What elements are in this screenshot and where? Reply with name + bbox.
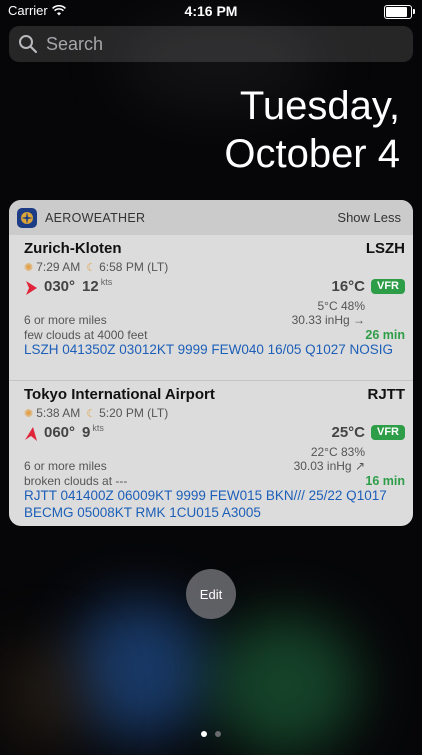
wind-unit: kts [92, 423, 104, 433]
airport-entry[interactable]: Zurich-Kloten LSZH ✺ 7:29 AM ☾ 6:58 PM (… [9, 235, 413, 380]
visibility: 6 or more miles [24, 459, 107, 473]
dewpoint-humidity: 22°C 83% [310, 445, 365, 459]
airport-name: Tokyo International Airport [24, 386, 215, 403]
pressure: 30.33 inHg → [291, 313, 365, 327]
airport-code: RJTT [367, 386, 406, 403]
temperature: 25°C [331, 424, 365, 441]
wind-info: 030° 12 kts [24, 277, 113, 296]
sunrise-time: 5:38 AM [36, 406, 81, 420]
sunrise-icon: ✺ [24, 261, 34, 274]
sunrise-icon: ✺ [24, 407, 34, 420]
sunset-time: 5:20 PM (LT) [99, 406, 169, 420]
pressure: 30.03 inHg ↗ [293, 459, 365, 473]
battery-icon [384, 5, 415, 19]
airport-code: LSZH [365, 240, 405, 257]
aeroweather-widget: AEROWEATHER Show Less Zurich-Kloten LSZH… [9, 200, 413, 526]
edit-widgets-button[interactable]: Edit [186, 569, 236, 619]
page-indicator[interactable] [0, 731, 422, 737]
temperature: 16°C [331, 278, 365, 295]
dewpoint-humidity: 5°C 48% [317, 299, 366, 313]
status-bar: Carrier 4:16 PM [0, 0, 422, 22]
airplane-logo-icon [21, 211, 33, 224]
wallpaper-blur [70, 600, 210, 740]
search-placeholder: Search [46, 33, 104, 54]
search-bar[interactable]: Search [9, 26, 413, 62]
wind-unit: kts [100, 277, 113, 287]
airport-name: Zurich-Kloten [24, 240, 122, 257]
aeroweather-app-icon [17, 207, 37, 228]
battery-level [386, 7, 407, 17]
wind-direction: 060° [44, 424, 76, 441]
wind-arrow-icon [25, 427, 37, 441]
sunset-time: 6:58 PM (LT) [99, 260, 169, 274]
airport-entry[interactable]: Tokyo International Airport RJTT ✺ 5:38 … [9, 380, 413, 526]
search-icon [19, 35, 38, 54]
wind-speed: 12 [82, 278, 99, 295]
wind-arrow-icon [26, 281, 37, 295]
show-less-button[interactable]: Show Less [337, 210, 401, 225]
date-display: Tuesday, October 4 [224, 82, 400, 178]
flight-rule-badge: VFR [371, 425, 405, 440]
wind-direction: 030° [44, 278, 76, 295]
status-time: 4:16 PM [184, 3, 238, 19]
page-dot-current [201, 731, 207, 737]
wind-info: 060° 9 kts [24, 423, 104, 442]
sun-times: ✺ 5:38 AM ☾ 5:20 PM (LT) [24, 406, 168, 420]
flight-rule-badge: VFR [371, 279, 405, 294]
cloud-cover: broken clouds at --- [24, 474, 128, 488]
metar-text: RJTT 041400Z 06009KT 9999 FEW015 BKN/// … [24, 488, 387, 520]
sunset-icon: ☾ [86, 407, 97, 420]
report-age: 16 min [365, 474, 405, 488]
page-dot [215, 731, 221, 737]
metar-text: LSZH 041350Z 03012KT 9999 FEW040 16/05 Q… [24, 342, 393, 357]
wind-speed: 9 [82, 424, 91, 441]
sunset-icon: ☾ [86, 261, 97, 274]
widget-app-name: AEROWEATHER [45, 210, 146, 225]
report-age: 26 min [365, 328, 405, 342]
visibility: 6 or more miles [24, 313, 107, 327]
date-weekday: Tuesday, [239, 84, 400, 128]
date-month-day: October 4 [224, 132, 400, 176]
sunrise-time: 7:29 AM [36, 260, 81, 274]
widget-header: AEROWEATHER Show Less [9, 200, 413, 235]
cloud-cover: few clouds at 4000 feet [24, 328, 148, 342]
sun-times: ✺ 7:29 AM ☾ 6:58 PM (LT) [24, 260, 168, 274]
